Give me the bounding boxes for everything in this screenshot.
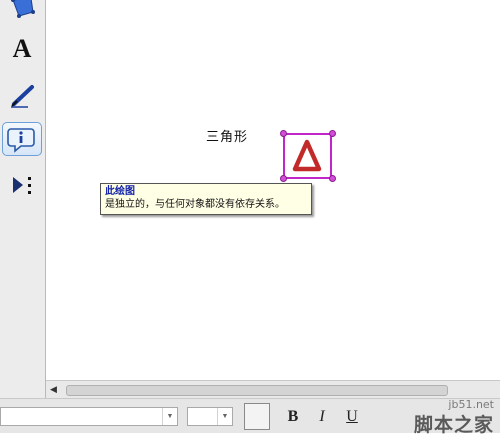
- info-tooltip: 此绘图 是独立的，与任何对象都没有依存关系。: [100, 183, 312, 215]
- pen-icon: [11, 85, 34, 108]
- chevron-down-icon[interactable]: ▼: [162, 408, 177, 425]
- selection-handle[interactable]: [329, 130, 336, 137]
- watermark: jb51.net 脚本之家: [384, 398, 496, 436]
- horizontal-scrollbar[interactable]: ◀: [46, 380, 500, 398]
- chevron-down-icon[interactable]: ▼: [217, 408, 232, 425]
- selected-picture[interactable]: [283, 133, 332, 179]
- text-color-button[interactable]: [244, 403, 270, 430]
- marker-tool[interactable]: [2, 78, 42, 112]
- info-bubble-icon: [7, 128, 35, 153]
- italic-button[interactable]: I: [312, 407, 332, 427]
- custom-tool-menu[interactable]: [2, 168, 42, 202]
- text-tool[interactable]: A: [2, 32, 42, 66]
- selection-handle[interactable]: [329, 175, 336, 182]
- custom-tool-icon: [13, 177, 31, 194]
- selection-handle[interactable]: [280, 130, 287, 137]
- information-tool[interactable]: [2, 122, 42, 156]
- selection-handle[interactable]: [280, 175, 287, 182]
- tooltip-body: 是独立的，与任何对象都没有依存关系。: [105, 199, 285, 210]
- scroll-left-icon[interactable]: ◀: [50, 384, 57, 395]
- scroll-thumb[interactable]: [66, 385, 448, 396]
- triangle-label[interactable]: 三角形: [206, 126, 248, 145]
- tool-palette: A: [0, 0, 46, 398]
- tooltip-title: 此绘图: [105, 186, 135, 197]
- font-family-select[interactable]: ▼: [0, 407, 178, 426]
- polygon-icon: [11, 0, 35, 18]
- text-tool-icon: A: [12, 34, 32, 63]
- font-size-select[interactable]: ▼: [187, 407, 233, 426]
- triangle-picture: [292, 139, 322, 172]
- custom-polygon-tool[interactable]: [2, 0, 42, 26]
- underline-button[interactable]: U: [342, 407, 362, 427]
- bold-button[interactable]: B: [283, 407, 303, 427]
